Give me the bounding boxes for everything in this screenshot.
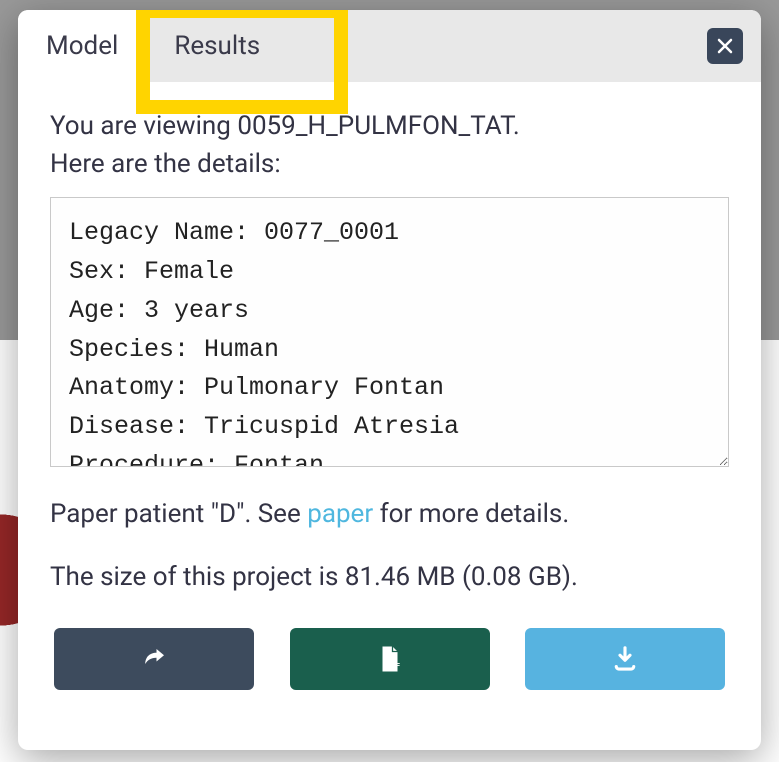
size-text: The size of this project is 81.46 MB (0.… — [50, 562, 729, 592]
notes-prefix: Paper patient "D". See — [50, 499, 307, 529]
tab-model[interactable]: Model — [18, 10, 146, 82]
close-icon — [717, 38, 733, 54]
paper-link[interactable]: paper — [307, 499, 373, 529]
svg-text:PDF: PDF — [385, 661, 400, 670]
size-gb: (0.08 GB) — [462, 562, 571, 592]
share-icon — [139, 644, 169, 674]
size-suffix: . — [571, 562, 578, 592]
tab-results[interactable]: Results — [146, 10, 288, 82]
notes-text: Paper patient "D". See paper for more de… — [50, 495, 729, 534]
download-icon — [610, 644, 640, 674]
size-mb: 81.46 MB — [345, 562, 456, 592]
pdf-button[interactable]: PDF — [290, 628, 490, 690]
notes-suffix: for more details. — [373, 499, 569, 529]
pdf-icon: PDF — [375, 644, 405, 674]
project-modal: Model Results You are viewing 0059_H_PUL… — [18, 10, 761, 750]
intro-suffix: . — [513, 111, 520, 141]
close-button[interactable] — [707, 28, 743, 64]
tab-bar: Model Results — [18, 10, 761, 82]
intro-line2: Here are the details: — [50, 149, 281, 179]
download-button[interactable] — [525, 628, 725, 690]
action-buttons: PDF — [50, 628, 729, 714]
modal-body: You are viewing 0059_H_PULMFON_TAT. Here… — [18, 82, 761, 750]
size-prefix: The size of this project is — [50, 562, 345, 592]
share-button[interactable] — [54, 628, 254, 690]
intro-prefix: You are viewing — [50, 111, 237, 141]
project-id: 0059_H_PULMFON_TAT — [237, 111, 513, 141]
details-textarea[interactable]: Legacy Name: 0077_0001 Sex: Female Age: … — [50, 197, 729, 467]
intro-text: You are viewing 0059_H_PULMFON_TAT. Here… — [50, 108, 729, 183]
